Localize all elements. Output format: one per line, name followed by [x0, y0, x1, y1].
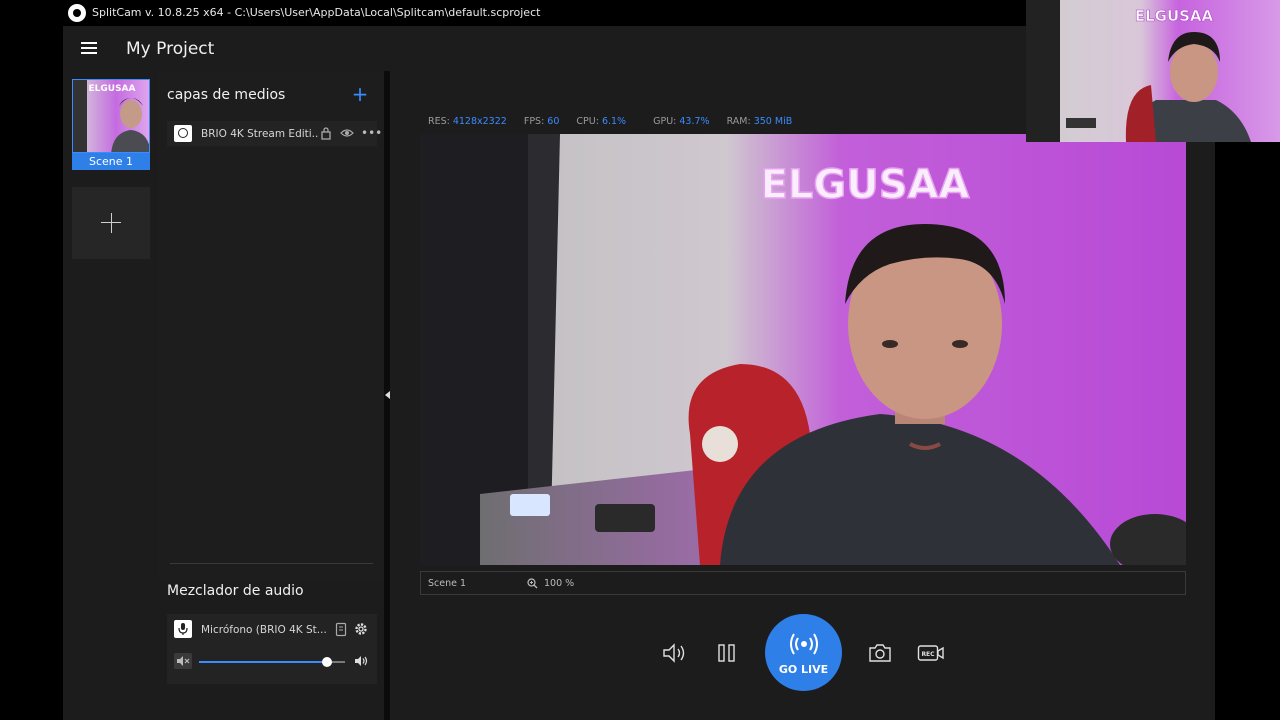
broadcast-icon [790, 633, 818, 655]
microphone-icon [174, 620, 192, 638]
scene-thumbnail[interactable]: ELGUSAA [72, 79, 150, 153]
layers-title: capas de medios [167, 87, 286, 103]
performance-stats: RES: 4128x2322 FPS: 60 CPU: 6.1% GPU: 43.7% … [428, 116, 806, 127]
res-value: 4128x2322 [452, 116, 507, 127]
cpu-label: CPU: [576, 116, 599, 127]
webcam-overlay: ELGUSAA [1026, 0, 1280, 142]
go-live-label: GO LIVE [778, 663, 829, 676]
window-title: SplitCam v. 10.8.25 x64 - C:\Users\User\… [92, 6, 541, 19]
zoom-level[interactable]: 100 % [544, 578, 574, 589]
webcam-sign: ELGUSAA [1135, 7, 1214, 25]
gear-icon[interactable] [353, 621, 369, 637]
splitcam-logo-icon [68, 4, 86, 22]
webcam-overlay-image: ELGUSAA [1026, 0, 1280, 142]
scene-1-label[interactable]: Scene 1 [72, 153, 150, 170]
rec-badge: REC [921, 651, 935, 658]
audio-filter-icon[interactable] [335, 622, 347, 637]
ram-value: 350 MiB [753, 116, 793, 127]
snapshot-camera-icon[interactable] [868, 643, 892, 663]
go-live-button[interactable]: GO LIVE [765, 614, 842, 691]
preview-scene-name: Scene 1 [428, 578, 467, 589]
more-options-icon[interactable]: ••• [361, 126, 382, 140]
gpu-value: 43.7% [679, 116, 710, 127]
pause-icon[interactable] [717, 644, 737, 662]
zoom-icon[interactable] [527, 578, 538, 589]
audio-device-name: Micrófono (BRIO 4K St... [201, 624, 327, 636]
panel-divider[interactable] [170, 563, 373, 564]
eye-icon[interactable] [340, 127, 354, 139]
record-icon[interactable]: REC [917, 643, 945, 663]
volume-slider-handle[interactable] [322, 657, 332, 667]
speaker-icon[interactable] [353, 654, 369, 668]
fps-value: 60 [547, 116, 560, 127]
add-scene-button[interactable] [72, 187, 150, 259]
audio-mixer-title: Mezclador de audio [167, 583, 304, 599]
lock-icon[interactable] [320, 126, 332, 140]
ram-label: RAM: [726, 116, 751, 127]
audio-toggle-icon[interactable] [661, 643, 689, 663]
layers-panel [158, 71, 384, 581]
neon-sign: ELGUSAA [761, 162, 970, 208]
collapse-arrow-icon[interactable] [385, 391, 390, 399]
webcam-preview-image: ELGUSAA [420, 134, 1186, 565]
volume-slider-fill [199, 661, 327, 663]
project-title: My Project [126, 39, 215, 59]
layer-name: BRIO 4K Stream Editi... [201, 128, 319, 140]
video-preview[interactable]: ELGUSAA [420, 134, 1186, 565]
res-label: RES: [428, 116, 450, 127]
gpu-label: GPU: [653, 116, 677, 127]
scene-thumbnail-image: ELGUSAA [73, 80, 149, 152]
thumb-sign: ELGUSAA [89, 84, 136, 94]
fps-label: FPS: [523, 116, 545, 127]
mute-speaker-icon[interactable] [174, 653, 192, 669]
webcam-source-icon [174, 125, 192, 142]
cpu-value: 6.1% [601, 116, 627, 127]
add-layer-button[interactable]: + [351, 84, 369, 104]
hamburger-menu-icon[interactable] [81, 42, 97, 54]
